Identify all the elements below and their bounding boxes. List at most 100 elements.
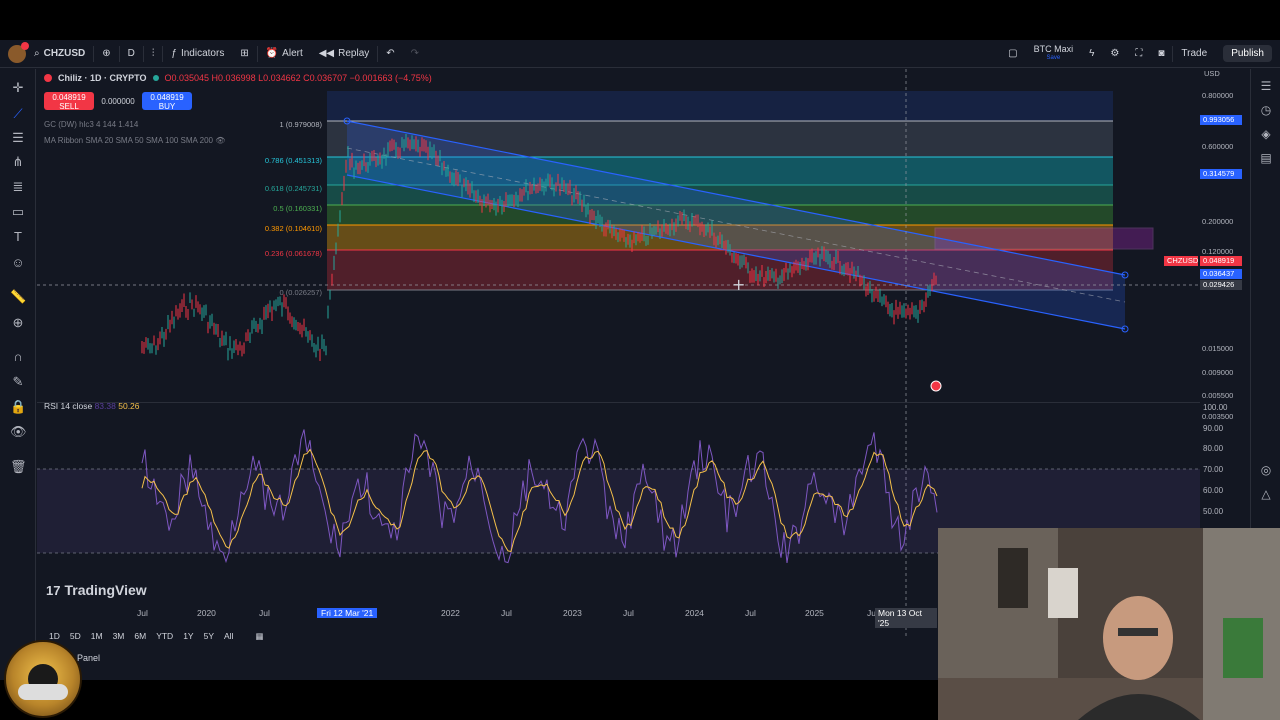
buy-label: BUY xyxy=(158,102,176,111)
tv-logo-icon: 17 xyxy=(46,582,61,598)
symbol-search[interactable]: ⌕ CHZUSD xyxy=(26,40,93,68)
gear-icon: ⚙ xyxy=(1110,48,1120,59)
alert-label: Alert xyxy=(282,48,303,59)
layout-name: BTC Maxi xyxy=(1033,43,1074,54)
eye-icon[interactable]: 👁 xyxy=(215,136,225,145)
symbol-title: Chiliz · 1D · CRYPTO xyxy=(58,73,147,83)
alert-button[interactable]: ⏰ Alert xyxy=(258,40,311,68)
sell-button[interactable]: 0.048919 SELL xyxy=(44,92,94,111)
candles-icon: ⫶ xyxy=(151,48,155,59)
range-button[interactable]: 1Y xyxy=(183,631,193,641)
pencil-lock-icon[interactable]: ✎ xyxy=(10,374,26,390)
fib-level-label: 0.236 (0.061678) xyxy=(264,249,322,258)
triangle-icon[interactable]: △ xyxy=(1258,487,1274,503)
square-icon: ▢ xyxy=(1008,48,1018,59)
range-button[interactable]: 1M xyxy=(91,631,103,641)
replay-button[interactable]: ◀◀ Replay xyxy=(311,40,378,68)
price-tick: 0.120000 xyxy=(1202,247,1234,256)
event-marker-icon[interactable] xyxy=(930,380,942,392)
replay-label: Replay xyxy=(338,48,370,59)
right-toolbar: ☰ ◷ ◈ ▤ ◎ △ xyxy=(1250,69,1280,589)
ruler-icon[interactable]: 📏 xyxy=(10,289,26,305)
fib-level-label: 0 (0.026257) xyxy=(279,288,322,297)
time-tick: Jul xyxy=(623,608,634,618)
trend-line-icon[interactable]: ⟋ xyxy=(10,106,26,122)
time-tick: 2020 xyxy=(197,608,216,618)
alerts-clock-icon[interactable]: ◷ xyxy=(1258,103,1274,119)
snapshot-button[interactable]: ◙ xyxy=(1150,40,1172,68)
price-tick: 0.600000 xyxy=(1202,142,1234,151)
redo-button[interactable]: ↷ xyxy=(403,40,427,68)
undo-button[interactable]: ↶ xyxy=(378,40,402,68)
time-highlight-right: Mon 13 Oct '25 xyxy=(875,608,937,628)
quick-search-button[interactable]: ϟ xyxy=(1081,40,1102,68)
publish-button[interactable]: Publish xyxy=(1223,45,1272,62)
range-button[interactable]: YTD xyxy=(156,631,173,641)
indicator-ma-ribbon[interactable]: MA Ribbon SMA 20 SMA 50 SMA 100 SMA 200 … xyxy=(44,136,225,145)
target-icon[interactable]: ◎ xyxy=(1258,463,1274,479)
currency-label[interactable]: USD xyxy=(1204,69,1220,78)
interval-label: D xyxy=(127,48,135,59)
compare-button[interactable]: ⊕ xyxy=(94,40,118,68)
rsi-tick: 100.00 xyxy=(1203,403,1228,412)
range-button[interactable]: All xyxy=(224,631,233,641)
lock-icon[interactable]: 🔒 xyxy=(10,399,26,415)
brand-text: TradingView xyxy=(64,582,147,598)
range-button[interactable]: 1D xyxy=(49,631,60,641)
range-button[interactable]: 5Y xyxy=(204,631,214,641)
templates-button[interactable]: ⊞ xyxy=(232,40,256,68)
rsi-value-dim: 83.38 xyxy=(94,401,116,411)
user-avatar[interactable] xyxy=(8,41,29,63)
rsi-tick: 60.00 xyxy=(1203,486,1224,495)
range-button[interactable]: 5D xyxy=(70,631,81,641)
interval-button[interactable]: D xyxy=(120,40,143,68)
chat-icon[interactable]: ▤ xyxy=(1258,151,1274,167)
eye-icon[interactable]: 👁 xyxy=(10,424,27,440)
watchlist-icon[interactable]: ☰ xyxy=(1258,79,1274,95)
layers-icon[interactable]: ◈ xyxy=(1258,127,1274,143)
buy-button[interactable]: 0.048919 BUY xyxy=(142,92,192,111)
time-tick: Jul xyxy=(137,608,148,618)
calendar-icon[interactable]: ▦ xyxy=(255,631,263,642)
rsi-value: 50.26 xyxy=(118,401,140,411)
search-icon: ⌕ xyxy=(34,48,40,59)
rewind-icon: ◀◀ xyxy=(318,48,335,59)
channel-logo xyxy=(4,640,82,718)
indicators-button[interactable]: ƒ Indicators xyxy=(163,40,232,68)
crosshair-icon[interactable]: ✛ xyxy=(10,80,26,96)
fib-level-label: 0.786 (0.451313) xyxy=(264,156,322,165)
crosshair-price-tag: 0.029426 xyxy=(1200,280,1242,290)
indicator-gc-label: GC (DW) hlc3 4 144 1.414 xyxy=(44,120,139,129)
time-tick: 2025 xyxy=(805,608,824,618)
fullscreen-button[interactable]: ⛶ xyxy=(1127,40,1150,68)
trash-icon[interactable]: 🗑 xyxy=(10,459,27,475)
rsi-legend[interactable]: RSI 14 close 83.38 50.26 xyxy=(44,401,140,411)
range-button[interactable]: 6M xyxy=(134,631,146,641)
horizontal-lines-icon[interactable]: ☰ xyxy=(10,130,26,146)
sell-price: 0.048919 xyxy=(52,93,86,102)
layout-toggle[interactable]: ▢ xyxy=(1000,40,1025,68)
text-icon[interactable]: T xyxy=(10,229,26,245)
settings-button[interactable]: ⚙ xyxy=(1102,40,1127,68)
price-tick: 0.800000 xyxy=(1202,91,1234,100)
fib-level-label: 0.5 (0.160331) xyxy=(273,204,322,213)
alarm-icon: ⏰ xyxy=(265,48,279,59)
trade-button[interactable]: Trade xyxy=(1173,40,1215,68)
shapes-icon[interactable]: ▭ xyxy=(10,204,26,220)
time-highlight-left: Fri 12 Mar '21 xyxy=(317,608,378,618)
drawing-toolbar: ✛ ⟋ ☰ ⋔ ≣ ▭ T ☺ 📏 ⊕ ∩ ✎ 🔒 👁 🗑 xyxy=(0,69,36,680)
pitchfork-icon[interactable]: ⋔ xyxy=(10,154,26,170)
magnet-icon[interactable]: ∩ xyxy=(10,349,26,365)
channel-price-tag: 0.036437 xyxy=(1200,269,1242,279)
grid-icon: ⊞ xyxy=(240,48,249,59)
emoji-icon[interactable]: ☺ xyxy=(10,255,26,271)
indicator-gc[interactable]: GC (DW) hlc3 4 144 1.414 xyxy=(44,120,138,129)
layout-menu[interactable]: BTC Maxi Save xyxy=(1026,40,1082,68)
price-tick: 0.015000 xyxy=(1202,344,1234,353)
time-axis[interactable]: Jul 2020 Jul 2022 Jul 2023 Jul 2024 Jul 2025 Ju Fr… xyxy=(37,606,937,628)
fib-icon[interactable]: ≣ xyxy=(10,179,26,195)
range-button[interactable]: 3M xyxy=(113,631,125,641)
zoom-icon[interactable]: ⊕ xyxy=(10,315,26,331)
chart-type-button[interactable]: ⫶ xyxy=(144,40,163,68)
mid-price-tag: 0.314579 xyxy=(1200,169,1242,179)
